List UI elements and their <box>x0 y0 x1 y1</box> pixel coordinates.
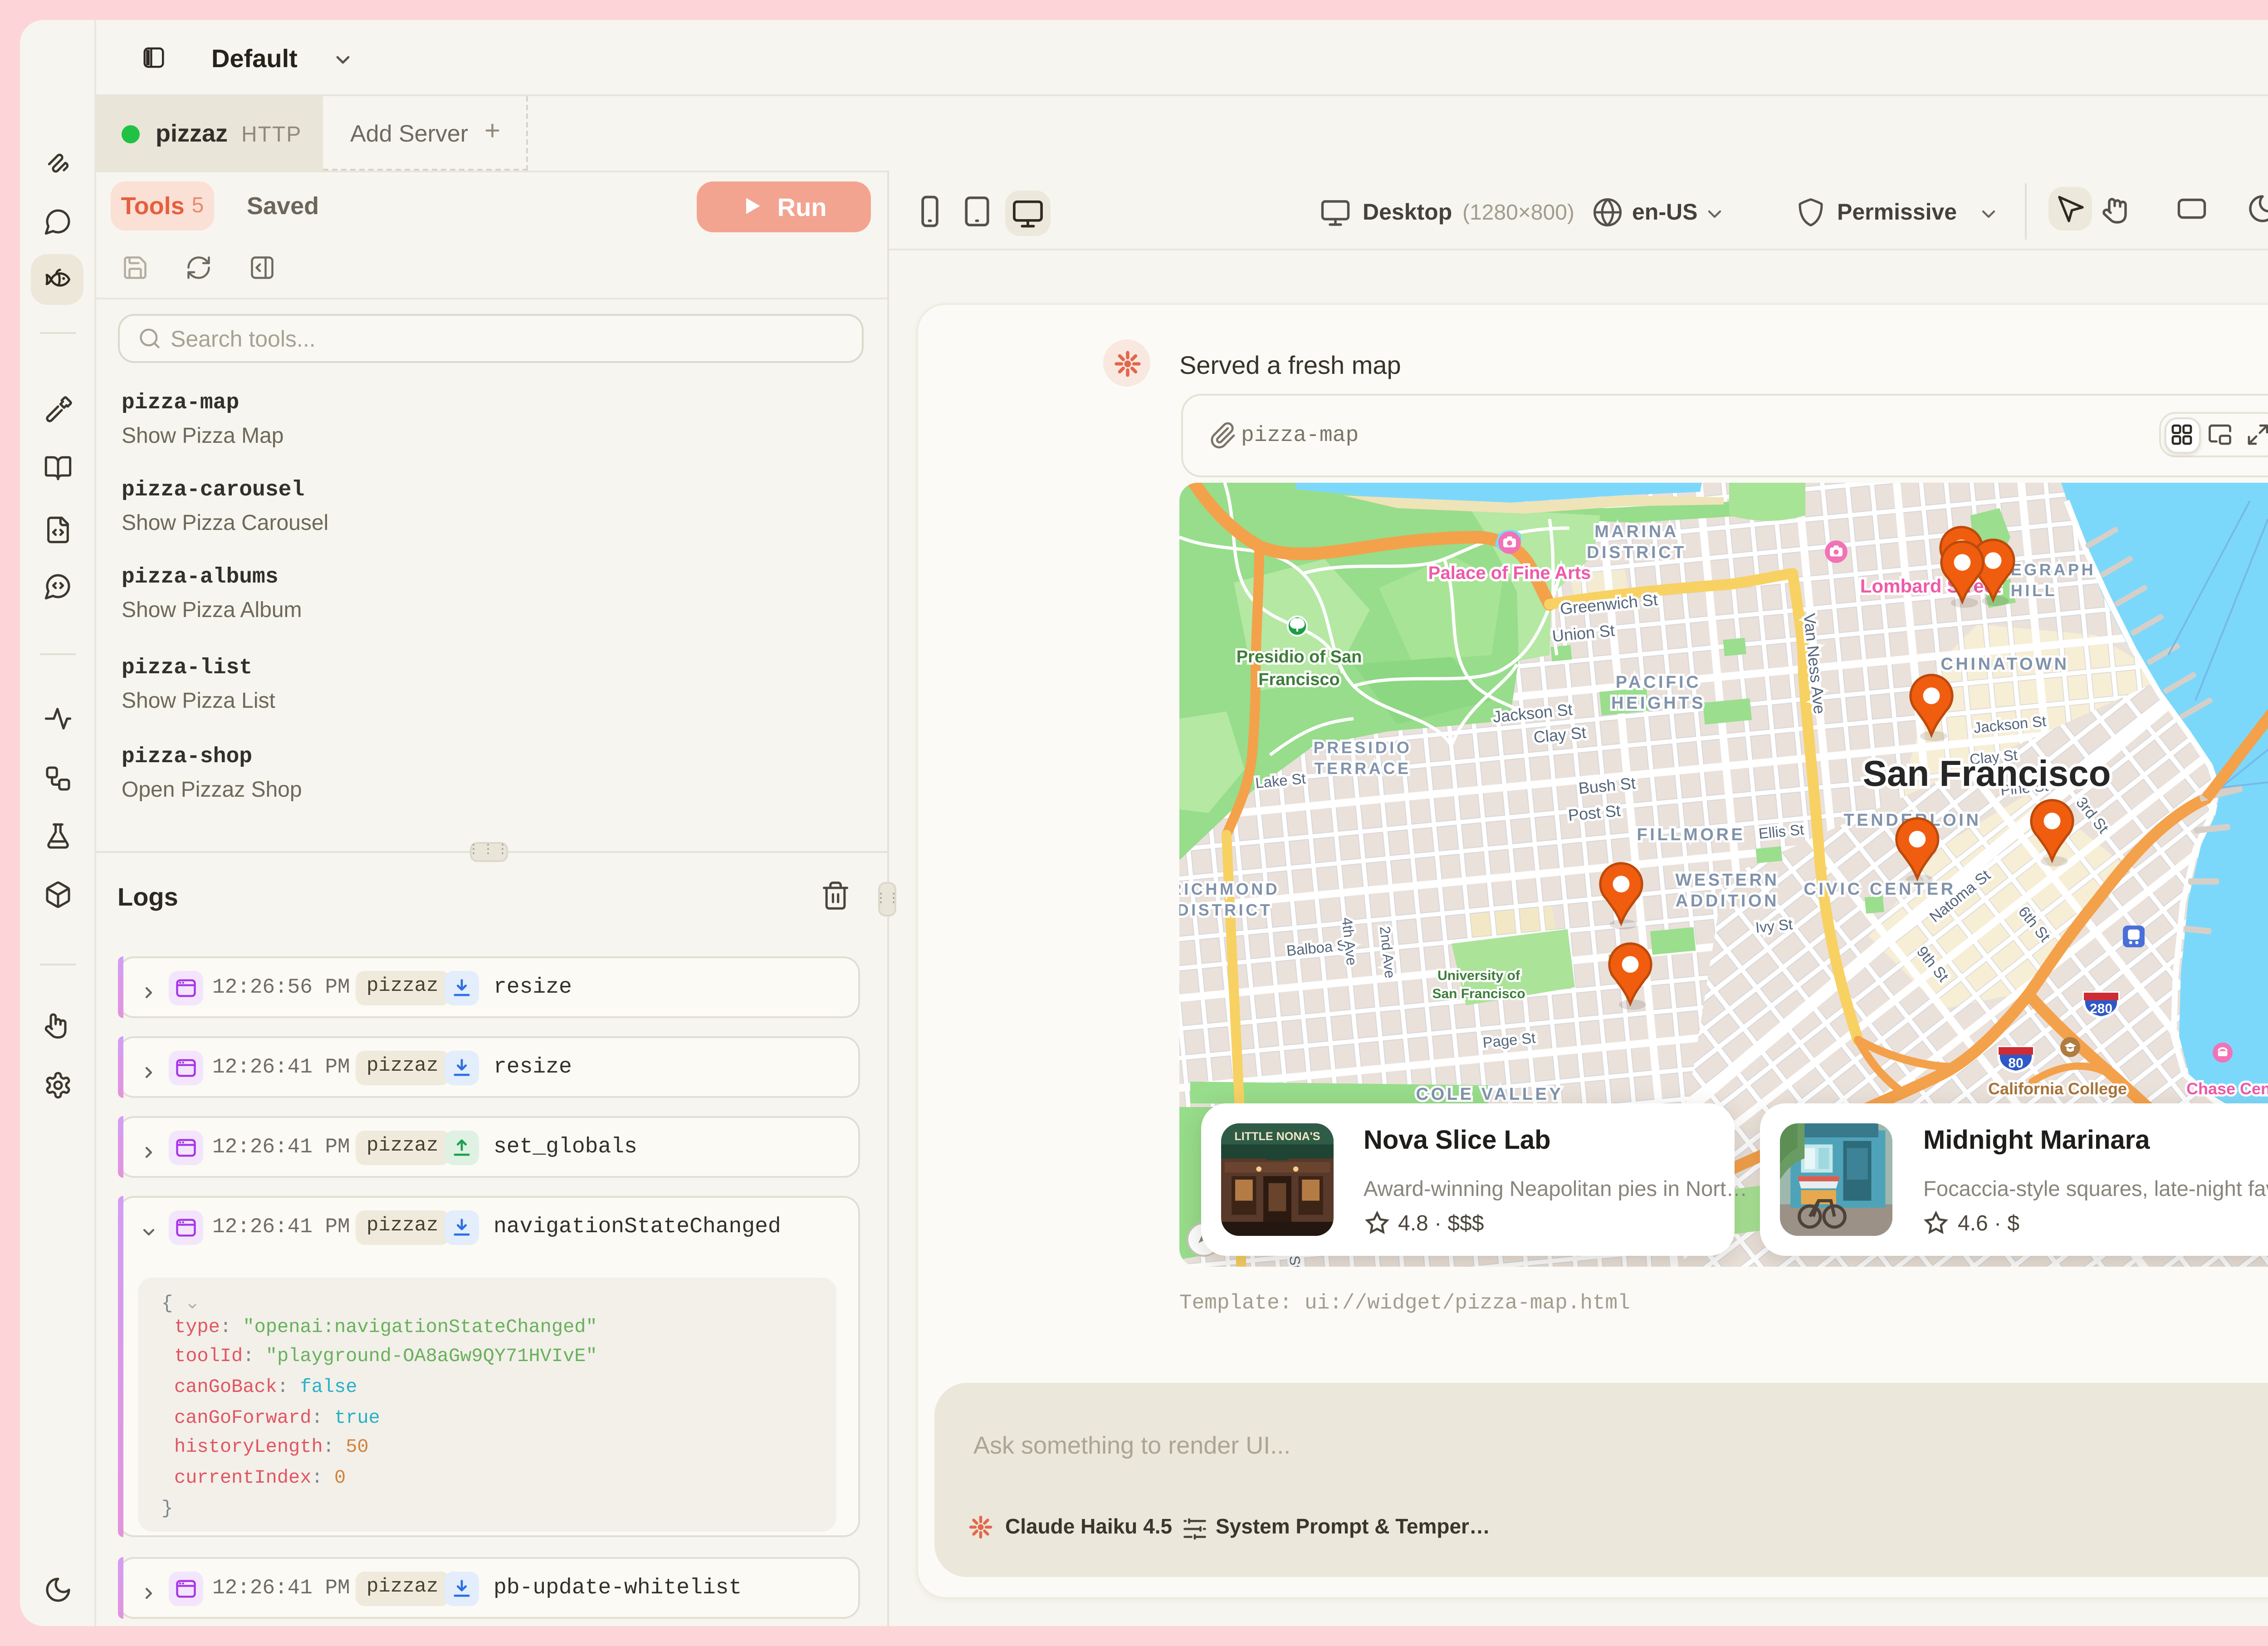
svg-text:ADDITION: ADDITION <box>1676 892 1779 911</box>
svg-text:RICHMOND: RICHMOND <box>1180 880 1280 898</box>
svg-text:HEIGHTS: HEIGHTS <box>1612 694 1706 713</box>
svg-text:CHINATOWN: CHINATOWN <box>1941 655 2069 674</box>
svg-text:WESTERN: WESTERN <box>1676 871 1779 890</box>
svg-text:California College: California College <box>1989 1079 2127 1098</box>
svg-text:FILLMORE: FILLMORE <box>1637 825 1746 844</box>
svg-text:PRESIDIO: PRESIDIO <box>1314 738 1413 757</box>
svg-text:COLE VALLEY: COLE VALLEY <box>1417 1085 1564 1104</box>
svg-text:PACIFIC: PACIFIC <box>1616 673 1701 692</box>
svg-text:Palace of Fine Arts: Palace of Fine Arts <box>1429 563 1592 583</box>
svg-text:San Francisco: San Francisco <box>1863 753 2112 794</box>
svg-text:80: 80 <box>2009 1056 2024 1071</box>
svg-text:280: 280 <box>2090 1001 2113 1016</box>
svg-text:MARINA: MARINA <box>1595 522 1679 541</box>
svg-text:HILL: HILL <box>2011 581 2058 600</box>
svg-text:Presidio of San: Presidio of San <box>1237 647 1363 666</box>
svg-text:San Francisco: San Francisco <box>1432 986 1525 1001</box>
svg-text:Francisco: Francisco <box>1259 670 1340 689</box>
svg-text:LITTLE NONA'S: LITTLE NONA'S <box>1233 1130 1319 1143</box>
svg-text:CIVIC CENTER: CIVIC CENTER <box>1804 880 1956 899</box>
svg-text:University of: University of <box>1438 968 1521 983</box>
svg-text:DISTRICT: DISTRICT <box>1587 543 1687 562</box>
svg-text:TERRACE: TERRACE <box>1315 759 1411 778</box>
svg-text:DISTRICT: DISTRICT <box>1180 901 1273 919</box>
svg-text:Chase Center: Chase Center <box>2187 1079 2268 1098</box>
svg-text:Ivy St: Ivy St <box>1755 916 1794 936</box>
